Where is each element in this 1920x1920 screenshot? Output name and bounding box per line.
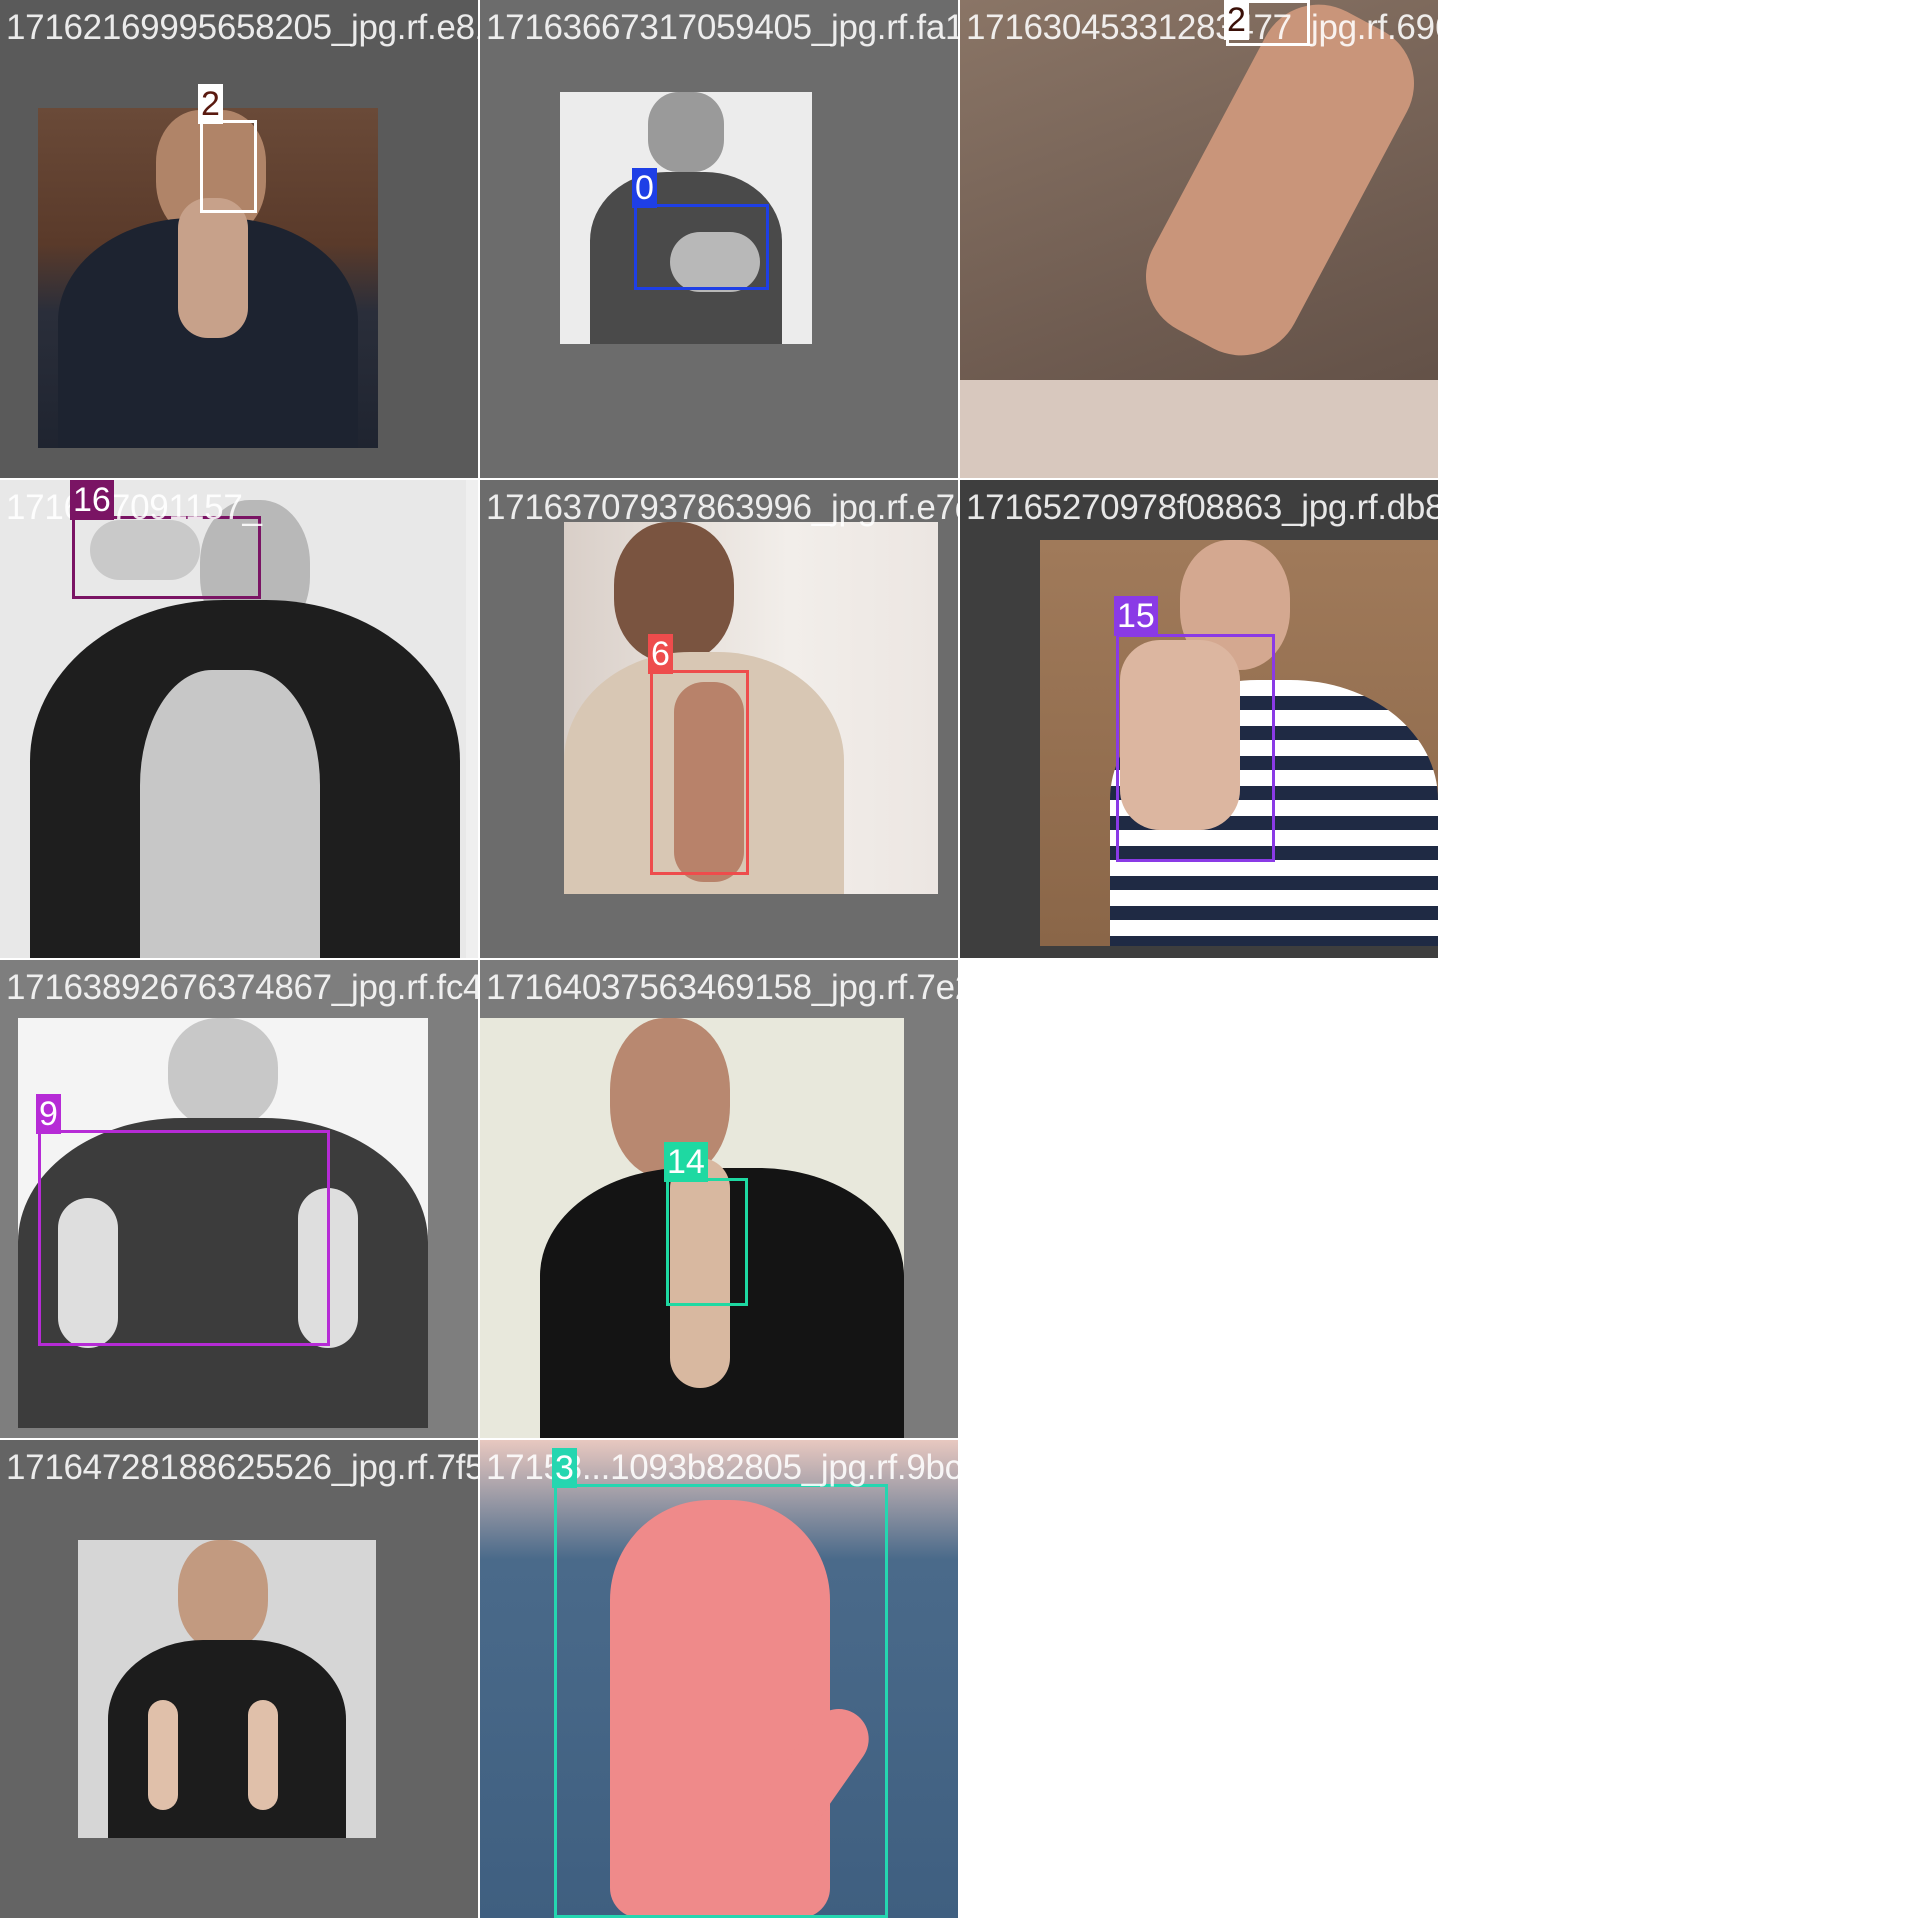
bbox-label: 6: [648, 634, 673, 674]
mosaic-tile-4: 1716...7091157_ 16: [0, 480, 478, 958]
bbox-label: 9: [36, 1094, 61, 1134]
bbox-label: 2: [1224, 0, 1249, 40]
bbox-label: 3: [552, 1448, 577, 1488]
bbox-label: 15: [1114, 596, 1158, 636]
tile-photo: [960, 0, 1438, 478]
tile-filename: 17164037563469158_jpg.rf.7e25312b320c791…: [486, 968, 958, 1007]
bbox-label: 16: [70, 480, 114, 520]
mosaic-tile-2: 17163667317059405_jpg.rf.fa1fc0e43c12888…: [480, 0, 958, 478]
tile-filename: 17162169995658205_jpg.rf.e818a8678f3f709…: [6, 8, 478, 47]
tile-photo: [78, 1540, 376, 1838]
tile-filename: 17163045331283477_jpg.rf.696844bcc7997f0: [966, 8, 1438, 47]
mosaic-tile-8: 17164037563469158_jpg.rf.7e25312b320c791…: [480, 960, 958, 1438]
mosaic-tile-1: 17162169995658205_jpg.rf.e818a8678f3f709…: [0, 0, 478, 478]
mosaic-tile-5: 17163707937863996_jpg.rf.e7dee5207924f08…: [480, 480, 958, 958]
bbox-class-14: [666, 1178, 748, 1306]
bbox-label: 2: [198, 84, 223, 124]
bbox-class-9: [38, 1130, 330, 1346]
mosaic-tile-9: 17164728188625526_jpg.rf.7f58...: [0, 1440, 478, 1918]
bbox-class-6: [650, 670, 749, 875]
mosaic-tile-6: 17165270978f08863_jpg.rf.db809874db407d6…: [960, 480, 1438, 958]
bbox-class-2: [200, 120, 257, 213]
tile-filename: 17163707937863996_jpg.rf.e7dee5207924f08…: [486, 488, 958, 527]
tile-filename: 17163892676374867_jpg.rf.fc412d403763415…: [6, 968, 478, 1007]
mosaic-tile-10: 17158...1093b82805_jpg.rf.9bc0346ba8a2bb…: [480, 1440, 958, 1918]
mosaic-tile-7: 17163892676374867_jpg.rf.fc412d403763415…: [0, 960, 478, 1438]
bbox-class-0: [634, 204, 769, 290]
bbox-label: 0: [632, 168, 657, 208]
tile-filename: 17165270978f08863_jpg.rf.db809874db407d6: [966, 488, 1438, 527]
mosaic-tile-3: 17163045331283477_jpg.rf.696844bcc7997f0…: [960, 0, 1438, 478]
tile-filename: 17163667317059405_jpg.rf.fa1fc0e43c12888: [486, 8, 958, 47]
bbox-class-15: [1116, 634, 1275, 862]
tile-filename: 17164728188625526_jpg.rf.7f58...: [6, 1448, 478, 1487]
bbox-label: 14: [664, 1142, 708, 1182]
bbox-class-3: [554, 1484, 888, 1918]
tile-photo: [564, 522, 938, 894]
tile-filename: 1716...7091157_: [6, 488, 262, 527]
